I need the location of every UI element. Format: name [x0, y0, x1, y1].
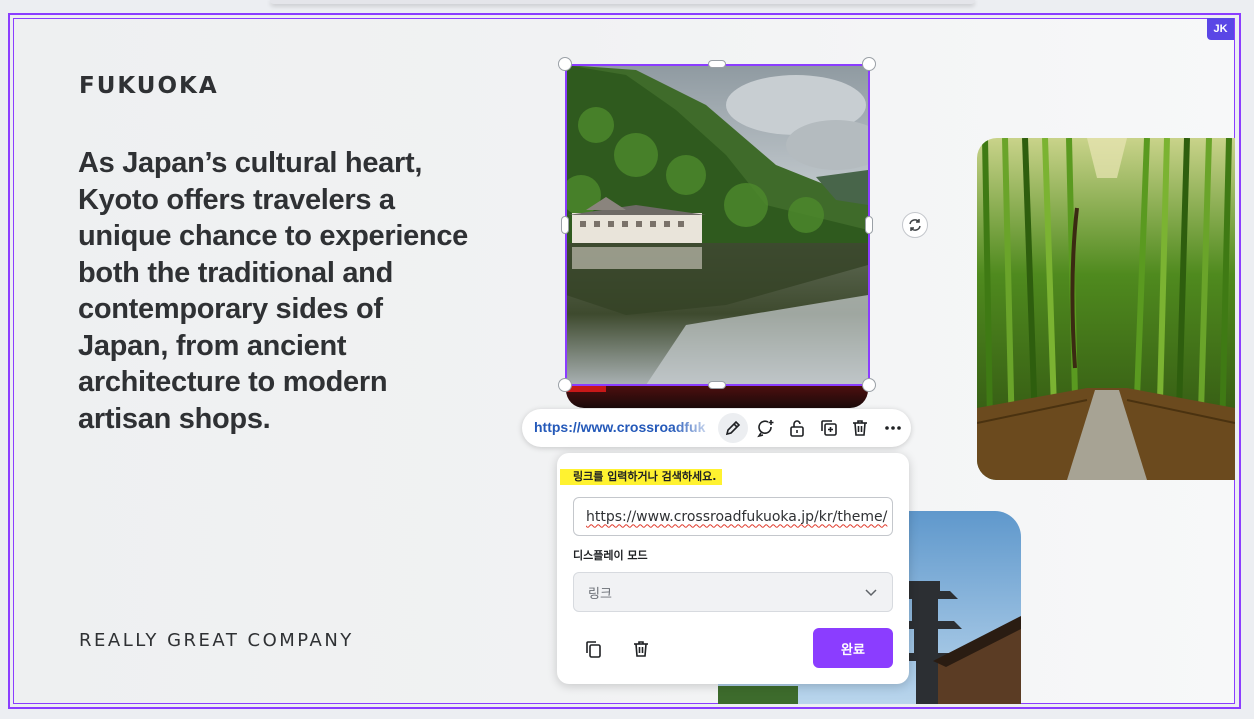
resize-handle-bottom-right[interactable]	[862, 378, 876, 392]
pencil-icon	[725, 420, 741, 436]
display-mode-label: 디스플레이 모드	[573, 549, 648, 562]
resize-handle-bottom-left[interactable]	[558, 378, 572, 392]
resize-handle-right[interactable]	[865, 216, 873, 234]
copy-icon	[586, 641, 601, 658]
display-mode-select[interactable]: 링크	[573, 572, 893, 612]
rotate-button[interactable]	[902, 212, 928, 238]
trash-icon	[634, 641, 648, 657]
resize-handle-top-left[interactable]	[558, 57, 572, 71]
rotate-icon	[909, 219, 921, 231]
link-editor-popup: 링크를 입력하거나 검색하세요. https://www.crossroadfu…	[557, 453, 909, 684]
done-button[interactable]: 완료	[813, 628, 893, 668]
resize-handle-left[interactable]	[561, 216, 569, 234]
copy-link-button[interactable]	[579, 635, 607, 663]
body-text[interactable]: As Japan’s cultural heart, Kyoto offers …	[78, 145, 468, 437]
comment-add-icon	[757, 420, 774, 438]
more-icon	[885, 426, 901, 430]
link-toolbar: https://www.crossroadfuk	[522, 409, 911, 447]
link-hint-label: 링크를 입력하거나 검색하세요.	[560, 469, 723, 485]
link-url-value: https://www.crossroadfukuoka.jp/kr/theme…	[586, 508, 888, 525]
unlock-button[interactable]	[782, 413, 812, 443]
selection-frame	[565, 64, 870, 386]
duplicate-button[interactable]	[814, 413, 844, 443]
resize-handle-bottom[interactable]	[708, 381, 726, 389]
collaborator-avatar[interactable]: JK	[1207, 18, 1234, 40]
top-toolbar-shadow	[270, 0, 975, 4]
resize-handle-top-right[interactable]	[862, 57, 876, 71]
resize-handle-top[interactable]	[708, 60, 726, 68]
more-options-button[interactable]	[878, 413, 908, 443]
chevron-down-icon	[865, 589, 877, 597]
lock-open-icon	[790, 420, 804, 437]
display-mode-value: 링크	[588, 586, 612, 602]
bamboo-photo[interactable]	[977, 138, 1235, 480]
city-title[interactable]: FUKUOKA	[79, 73, 219, 99]
remove-link-button[interactable]	[627, 635, 655, 663]
delete-button[interactable]	[845, 413, 875, 443]
add-comment-button[interactable]	[751, 413, 781, 443]
link-url-input[interactable]: https://www.crossroadfukuoka.jp/kr/theme…	[573, 497, 893, 536]
url-fade	[672, 413, 718, 443]
edit-link-button[interactable]	[718, 413, 748, 443]
trash-icon	[853, 420, 867, 436]
duplicate-icon	[821, 420, 837, 436]
company-name[interactable]: REALLY GREAT COMPANY	[79, 630, 354, 651]
